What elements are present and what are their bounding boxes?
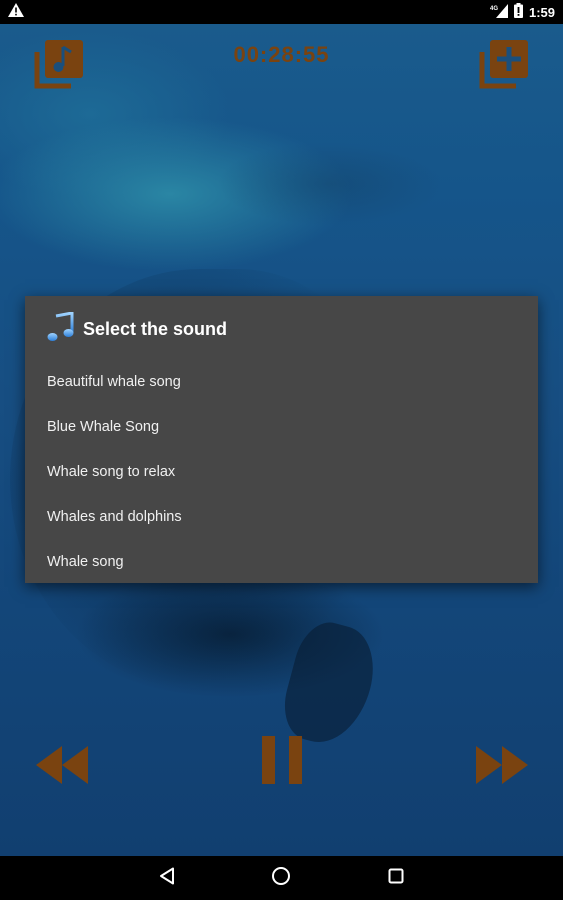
home-button[interactable] bbox=[261, 858, 301, 898]
battery-icon bbox=[513, 3, 523, 21]
pause-icon bbox=[262, 736, 302, 788]
navigation-bar bbox=[0, 856, 563, 900]
select-sound-dialog: Select the sound Beautiful whale song Bl… bbox=[25, 296, 538, 583]
fast-forward-button[interactable] bbox=[476, 746, 528, 784]
sound-item-whale-song[interactable]: Whale song bbox=[25, 540, 538, 585]
pause-button[interactable] bbox=[262, 736, 302, 784]
warning-icon bbox=[8, 2, 24, 22]
signal-icon: 4G bbox=[490, 3, 508, 21]
rewind-icon bbox=[36, 746, 88, 788]
status-bar: 4G 1:59 bbox=[0, 0, 563, 24]
recents-button[interactable] bbox=[376, 858, 416, 898]
music-library-icon bbox=[33, 40, 85, 94]
music-note-icon bbox=[47, 310, 75, 347]
home-icon bbox=[271, 866, 291, 891]
sound-item-whale-song-to-relax[interactable]: Whale song to relax bbox=[25, 450, 538, 495]
fast-forward-icon bbox=[476, 746, 528, 788]
sound-item-beautiful-whale-song[interactable]: Beautiful whale song bbox=[25, 360, 538, 405]
network-type: 4G bbox=[490, 6, 498, 12]
back-icon bbox=[159, 867, 175, 890]
sound-item-whales-and-dolphins[interactable]: Whales and dolphins bbox=[25, 495, 538, 540]
rewind-button[interactable] bbox=[36, 746, 88, 784]
back-button[interactable] bbox=[147, 858, 187, 898]
clock: 1:59 bbox=[528, 4, 555, 20]
add-to-playlist-icon bbox=[478, 40, 530, 94]
status-right: 4G 1:59 bbox=[490, 3, 555, 21]
dialog-title: Select the sound bbox=[83, 318, 228, 339]
dialog-header: Select the sound bbox=[25, 296, 538, 360]
add-to-playlist-button[interactable] bbox=[478, 38, 530, 90]
sound-item-blue-whale-song[interactable]: Blue Whale Song bbox=[25, 405, 538, 450]
recents-icon bbox=[388, 868, 404, 889]
sound-list: Beautiful whale song Blue Whale Song Wha… bbox=[25, 360, 538, 585]
